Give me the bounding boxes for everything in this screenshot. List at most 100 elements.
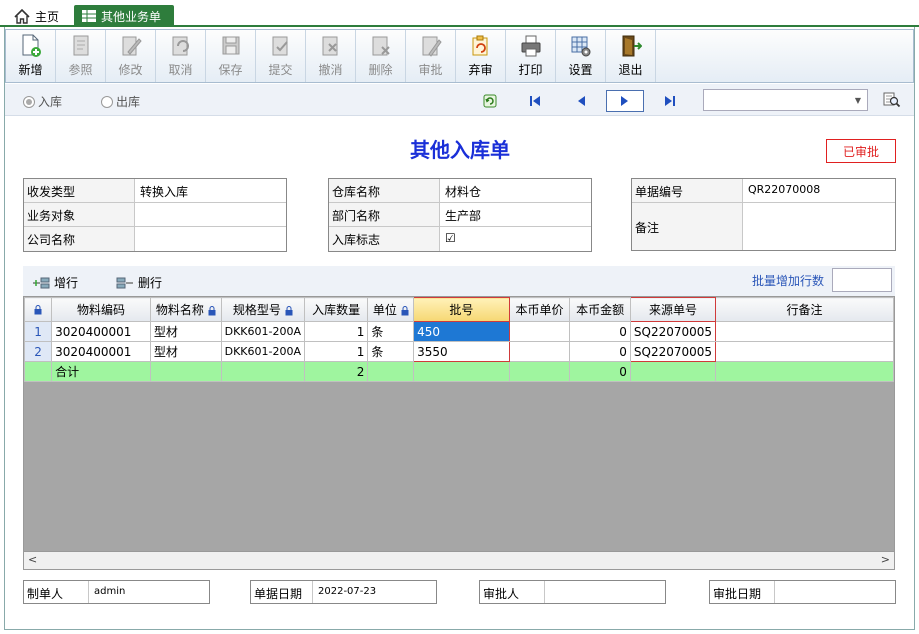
toolbar-button-exit[interactable]: 退出 xyxy=(606,30,656,82)
horizontal-scrollbar[interactable]: < > xyxy=(23,552,895,570)
cell-code[interactable]: 3020400001 xyxy=(51,341,151,362)
toolbar-button-delete[interactable]: 删除 xyxy=(356,30,406,82)
approve-date-label: 审批日期 xyxy=(710,581,775,603)
submit-icon xyxy=(270,34,292,58)
form-value[interactable]: 转换入库 xyxy=(135,179,286,202)
form-value[interactable]: 生产部 xyxy=(440,203,591,226)
column-header-label: 规格型号 xyxy=(232,303,281,317)
sum-row-number xyxy=(24,361,53,382)
add-row-icon xyxy=(33,277,50,288)
column-header[interactable]: 本币单价 xyxy=(508,297,571,322)
chevron-down-icon[interactable]: ▼ xyxy=(849,90,867,110)
cell-price[interactable] xyxy=(508,321,571,342)
cell-name[interactable]: 型材 xyxy=(149,341,222,362)
cell-spec[interactable]: DKK601-200A xyxy=(220,321,306,342)
add-row-label: 增行 xyxy=(54,276,79,290)
column-header[interactable]: 单位 xyxy=(367,297,415,322)
search-combo[interactable]: ▼ xyxy=(703,89,868,111)
toolbar-button-revoke[interactable]: 撤消 xyxy=(306,30,356,82)
cell-amount[interactable]: 0 xyxy=(569,341,631,362)
cell-spec[interactable]: DKK601-200A xyxy=(220,341,306,362)
toolbar-button-unapprove[interactable]: 弃审 xyxy=(456,30,506,82)
search-button[interactable] xyxy=(883,91,901,112)
column-header[interactable]: 物料编码 xyxy=(51,297,151,322)
column-header[interactable]: 规格型号 xyxy=(220,297,306,322)
cell-note[interactable] xyxy=(715,341,894,362)
toolbar-button-edit[interactable]: 修改 xyxy=(106,30,156,82)
cell-qty[interactable]: 1 xyxy=(303,321,369,342)
cell-unit[interactable]: 条 xyxy=(367,321,415,342)
scroll-left-icon[interactable]: < xyxy=(28,553,37,566)
form-label: 业务对象 xyxy=(24,203,135,226)
form-value[interactable] xyxy=(135,227,286,251)
toolbar-button-label: 审批 xyxy=(418,63,443,77)
toolbar-button-undo[interactable]: 取消 xyxy=(156,30,206,82)
toolbar-button-printer[interactable]: 打印 xyxy=(506,30,556,82)
column-header-label: 行备注 xyxy=(786,303,823,317)
form-value[interactable]: ☑ xyxy=(440,227,591,251)
column-header[interactable]: 入库数量 xyxy=(303,297,369,322)
table-row[interactable]: 1 3020400001 型材 DKK601-200A 1 条 450 0 SQ22070005 xyxy=(24,321,894,342)
approver-value[interactable] xyxy=(545,581,665,603)
column-header[interactable]: 本币金额 xyxy=(569,297,631,322)
next-record-button[interactable] xyxy=(606,90,644,112)
batch-add-input[interactable] xyxy=(832,268,892,292)
unapprove-icon xyxy=(470,34,492,58)
form-row: 仓库名称 材料仓 xyxy=(329,179,591,203)
form-label: 仓库名称 xyxy=(329,179,440,202)
cell-unit[interactable]: 条 xyxy=(367,341,415,362)
tab-home[interactable]: 主页 xyxy=(6,5,67,27)
toolbar-button-label: 参照 xyxy=(68,63,93,77)
add-row-button[interactable]: 增行 xyxy=(32,274,78,291)
table-icon xyxy=(82,10,96,22)
refresh-button[interactable] xyxy=(471,90,509,112)
cell-price[interactable] xyxy=(508,341,571,362)
column-header[interactable]: 批号 xyxy=(413,297,510,322)
cell-qty[interactable]: 1 xyxy=(303,341,369,362)
form-row: 业务对象 xyxy=(24,203,286,227)
form-value[interactable] xyxy=(135,203,286,226)
tab-other-business[interactable]: 其他业务单 xyxy=(74,5,174,27)
toolbar-button-settings[interactable]: 设置 xyxy=(556,30,606,82)
form-value[interactable]: 材料仓 xyxy=(440,179,591,202)
delete-row-button[interactable]: 删行 xyxy=(116,274,162,291)
first-record-button[interactable] xyxy=(516,90,554,112)
remark-value[interactable] xyxy=(743,203,895,250)
cell-amount[interactable]: 0 xyxy=(569,321,631,342)
cell-batch[interactable]: 3550 xyxy=(413,341,510,362)
form-row: 收发类型 转换入库 xyxy=(24,179,286,203)
cell-code[interactable]: 3020400001 xyxy=(51,321,151,342)
toolbar-button-submit[interactable]: 提交 xyxy=(256,30,306,82)
table-row[interactable]: 2 3020400001 型材 DKK601-200A 1 条 3550 0 SQ2207000… xyxy=(24,341,894,362)
toolbar-button-save[interactable]: 保存 xyxy=(206,30,256,82)
lock-icon xyxy=(285,305,293,315)
remark-row: 备注 xyxy=(632,203,895,250)
cell-source-no[interactable]: SQ22070005 xyxy=(629,321,717,342)
doc-no-value[interactable]: QR22070008 xyxy=(743,179,895,202)
approve-icon xyxy=(420,34,442,58)
toolbar-button-reference[interactable]: 参照 xyxy=(56,30,106,82)
radio-out[interactable]: 出库 xyxy=(101,93,140,110)
toolbar-button-label: 提交 xyxy=(268,63,293,77)
doc-date-value[interactable]: 2022-07-23 xyxy=(313,581,436,603)
cell-note[interactable] xyxy=(715,321,894,342)
cell-source-no[interactable]: SQ22070005 xyxy=(629,341,717,362)
remark-label: 备注 xyxy=(632,203,743,250)
cell-batch[interactable]: 450 xyxy=(413,321,510,342)
column-header[interactable]: 行备注 xyxy=(715,297,894,322)
column-header[interactable]: 来源单号 xyxy=(629,297,717,322)
cell-name[interactable]: 型材 xyxy=(149,321,222,342)
last-record-button[interactable] xyxy=(651,90,689,112)
toolbar-button-new-document[interactable]: 新增 xyxy=(6,30,56,82)
delete-row-label: 删行 xyxy=(138,276,163,290)
sum-label: 合计 xyxy=(51,361,151,382)
approve-date-value[interactable] xyxy=(775,581,895,603)
prev-record-button[interactable] xyxy=(562,90,600,112)
column-header[interactable]: 物料名称 xyxy=(149,297,222,322)
scroll-right-icon[interactable]: > xyxy=(881,553,890,566)
maker-value[interactable]: admin xyxy=(89,581,209,603)
radio-in[interactable]: 入库 xyxy=(23,93,62,110)
toolbar-button-approve[interactable]: 审批 xyxy=(406,30,456,82)
lock-icon xyxy=(34,305,42,315)
first-icon xyxy=(530,96,540,106)
